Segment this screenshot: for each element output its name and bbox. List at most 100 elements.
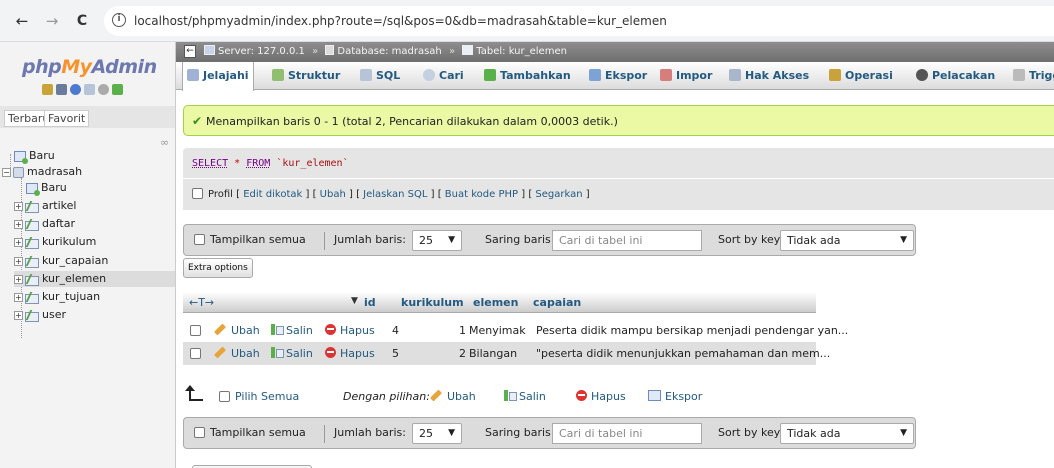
phpmyadmin-logo[interactable]: phpMyAdmin	[22, 56, 157, 78]
pencil-icon	[213, 346, 227, 359]
select-all-toggle[interactable]: Pilih Semua	[219, 390, 299, 403]
nav-quick-icons	[42, 84, 123, 95]
explain-sql-link[interactable]: Jelaskan SQL	[363, 189, 427, 200]
back-button[interactable]: ←	[12, 11, 32, 31]
reload-button[interactable]: C	[72, 11, 92, 31]
tab-operations[interactable]: Operasi	[825, 62, 897, 90]
collapse-nav-icon[interactable]: ←	[184, 45, 196, 58]
select-all-checkbox[interactable]	[219, 391, 230, 402]
link-with-main-icon[interactable]: ∞	[160, 136, 169, 149]
refresh-link[interactable]: Segarkan	[535, 189, 582, 200]
help-icon[interactable]	[70, 84, 81, 95]
site-info-icon[interactable]: i	[112, 13, 126, 27]
tab-favorite[interactable]: Favorit	[44, 110, 90, 127]
expand-icon[interactable]: +	[14, 310, 23, 320]
tree-new-table[interactable]: Baru	[26, 180, 67, 196]
search-icon	[423, 69, 435, 81]
column-header-elemen[interactable]: elemen	[473, 296, 518, 309]
row-delete-link[interactable]: Hapus	[325, 347, 375, 360]
cell-elemen: Bilangan	[469, 347, 518, 360]
tab-tracking[interactable]: Pelacakan	[912, 62, 999, 90]
tree-new-database[interactable]: Baru	[14, 148, 55, 164]
tree-table-kur-tujuan[interactable]: + kur_tujuan	[14, 289, 100, 305]
edit-inline-link[interactable]: Edit dikotak	[243, 189, 302, 200]
divider	[324, 232, 325, 250]
rows-select[interactable]: 25 ▼	[412, 230, 462, 251]
bulk-delete-button[interactable]: Hapus	[576, 390, 626, 403]
row-copy-link[interactable]: Salin	[271, 347, 313, 360]
collapse-icon[interactable]: −	[2, 167, 11, 177]
expand-icon[interactable]: +	[14, 237, 23, 247]
column-arrows-icon[interactable]: ←T→	[189, 296, 214, 309]
chevron-down-icon: ▼	[900, 235, 907, 245]
breadcrumb-database[interactable]: Database: madrasah	[337, 46, 441, 57]
sort-by-key-select[interactable]: Tidak ada ▼	[780, 423, 914, 444]
tab-triggers[interactable]: Trigg	[1009, 62, 1054, 90]
show-all-checkbox[interactable]	[194, 427, 205, 438]
arrow-up-icon	[185, 385, 203, 401]
address-bar[interactable]: i localhost/phpmyadmin/index.php?route=/…	[104, 6, 1054, 36]
row-checkbox[interactable]	[190, 324, 206, 337]
tab-search[interactable]: Cari	[419, 62, 468, 90]
bulk-export-button[interactable]: Ekspor	[648, 390, 702, 403]
chevron-down-icon: ▼	[448, 428, 455, 438]
edit-link[interactable]: Ubah	[320, 189, 346, 200]
import-icon	[660, 69, 672, 81]
row-edit-link[interactable]: Ubah	[213, 323, 260, 337]
column-header-id[interactable]: id	[364, 296, 376, 309]
show-all-checkbox[interactable]	[194, 234, 205, 245]
home-icon[interactable]	[42, 84, 53, 95]
row-checkbox[interactable]	[190, 347, 206, 360]
expand-icon[interactable]: +	[14, 256, 23, 266]
row-copy-link[interactable]: Salin	[271, 324, 313, 337]
tree-table-kur-capaian[interactable]: + kur_capaian	[14, 253, 108, 269]
row-edit-link[interactable]: Ubah	[213, 346, 260, 360]
forward-button[interactable]: →	[42, 11, 62, 31]
tree-table-kurikulum[interactable]: + kurikulum	[14, 234, 96, 250]
tab-export[interactable]: Ekspor	[585, 62, 651, 90]
url-text: localhost/phpmyadmin/index.php?route=/sq…	[134, 14, 667, 28]
settings-icon[interactable]	[98, 84, 109, 95]
tree-table-user[interactable]: + user	[14, 307, 66, 323]
bulk-edit-button[interactable]: Ubah	[429, 389, 476, 403]
breadcrumb-server[interactable]: Server: 127.0.0.1	[218, 46, 305, 57]
row-delete-link[interactable]: Hapus	[325, 324, 375, 337]
docs-icon[interactable]	[84, 84, 95, 95]
sql-query: SELECT * FROM `kur_elemen`	[192, 158, 349, 169]
create-php-code-link[interactable]: Buat kode PHP	[445, 189, 518, 200]
rows-select[interactable]: 25 ▼	[412, 423, 462, 444]
breadcrumb-table[interactable]: Tabel: kur_elemen	[476, 46, 567, 57]
table-menu: Jelajahi Struktur SQL Cari Tambahkan Eks…	[176, 62, 1054, 91]
navigation-bar-bottom: Tampilkan semua Jumlah baris: 25 ▼ Saring…	[183, 417, 916, 449]
column-header-capaian[interactable]: capaian	[533, 296, 581, 309]
bulk-copy-button[interactable]: Salin	[504, 390, 546, 403]
tab-sql[interactable]: SQL	[356, 62, 404, 90]
refresh-icon[interactable]	[112, 84, 123, 95]
expand-icon[interactable]: +	[14, 274, 23, 284]
tree-database-madrasah[interactable]: − madrasah	[2, 164, 82, 180]
tree-table-artikel[interactable]: + artikel	[14, 198, 76, 214]
show-all-toggle[interactable]: Tampilkan semua	[194, 426, 306, 439]
tab-browse[interactable]: Jelajahi	[182, 62, 254, 91]
tab-privileges[interactable]: Hak Akses	[725, 62, 813, 90]
database-icon	[13, 166, 24, 178]
sort-by-key-select[interactable]: Tidak ada ▼	[780, 230, 914, 251]
show-all-toggle[interactable]: Tampilkan semua	[194, 233, 306, 246]
expand-icon[interactable]: +	[14, 201, 23, 211]
tab-insert[interactable]: Tambahkan	[480, 62, 575, 90]
expand-icon[interactable]: +	[14, 219, 23, 229]
profile-checkbox[interactable]	[192, 188, 203, 199]
delete-icon	[325, 347, 336, 358]
logout-icon[interactable]	[56, 84, 67, 95]
success-message: ✔ Menampilkan baris 0 - 1 (total 2, Penc…	[183, 105, 1054, 136]
expand-icon[interactable]: +	[14, 292, 23, 302]
tab-structure[interactable]: Struktur	[268, 62, 344, 90]
tree-table-daftar[interactable]: + daftar	[14, 216, 75, 232]
tab-import[interactable]: Impor	[656, 62, 716, 90]
extra-options-button[interactable]: Extra options	[183, 258, 253, 278]
pencil-icon	[429, 389, 443, 402]
filter-rows-input[interactable]: Cari di tabel ini	[552, 423, 702, 444]
column-header-kurikulum[interactable]: kurikulum	[401, 296, 464, 309]
filter-rows-input[interactable]: Cari di tabel ini	[552, 230, 702, 251]
tree-table-kur-elemen[interactable]: + kur_elemen	[14, 271, 175, 287]
